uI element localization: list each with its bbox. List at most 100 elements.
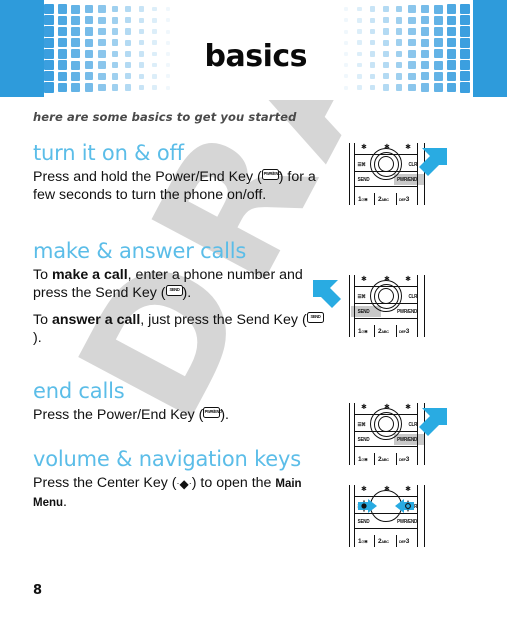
banner-pattern-square — [446, 49, 457, 59]
banner-pattern-square — [382, 39, 389, 46]
banner-pattern-square — [125, 6, 132, 13]
banner-pattern-square — [98, 5, 106, 13]
star-icon: ✱ — [361, 276, 367, 283]
power-end-key-icon: PWR/END — [261, 169, 281, 180]
banner-pattern-square — [57, 82, 68, 93]
left-softkey-label[interactable]: ☰⌘ — [357, 294, 365, 300]
banner-pattern-square — [459, 48, 470, 59]
send-key-label[interactable]: SEND — [358, 437, 370, 443]
number-key-2[interactable]: 2ABC — [378, 195, 389, 205]
banner-pattern-square — [111, 72, 119, 80]
keypad-number-row: 1☉✱ 2ABC DEF3 — [354, 325, 418, 337]
banner-pattern-square — [152, 6, 158, 12]
left-softkey-label[interactable]: ☰⌘ — [357, 422, 365, 428]
number-key-1[interactable]: 1☉✱ — [358, 327, 368, 337]
keypad-number-row: 1☉✱ 2ABC DEF3 — [354, 193, 418, 205]
phone-edge-right — [423, 485, 425, 547]
banner-pattern-square — [111, 28, 119, 35]
number-key-divider — [396, 535, 398, 547]
banner-pattern-square — [44, 4, 55, 15]
banner-pattern-square — [421, 27, 430, 36]
banner-pattern-square — [125, 17, 132, 24]
banner-pattern-square — [459, 26, 470, 37]
left-softkey-label[interactable]: ☰⌘ — [357, 162, 365, 168]
number-key-divider — [374, 453, 376, 465]
number-key-3[interactable]: DEF3 — [399, 195, 409, 205]
banner-pattern-square — [421, 49, 430, 58]
banner-pattern-square — [111, 5, 119, 13]
keypad-divider — [354, 186, 418, 188]
number-key-divider — [374, 325, 376, 337]
send-key-label[interactable]: SEND — [358, 519, 370, 525]
send-key-icon: SEND — [306, 312, 324, 323]
number-key-1[interactable]: 1☉✱ — [358, 195, 368, 205]
star-icon: ✱ — [405, 404, 411, 411]
banner-pattern-square — [382, 62, 389, 69]
send-key-label[interactable]: SEND — [358, 177, 370, 183]
banner-pattern-square — [382, 50, 389, 57]
keypad-divider — [354, 528, 418, 530]
star-icon: ✱ — [405, 144, 411, 151]
banner-pattern-square — [421, 16, 430, 25]
banner-pattern-square — [138, 6, 145, 12]
star-icon: ✱ — [405, 276, 411, 283]
number-key-3[interactable]: DEF3 — [399, 327, 409, 337]
callout-arrow-volume-right — [358, 499, 378, 518]
page-number: 8 — [33, 583, 43, 598]
banner-pattern-square — [356, 29, 362, 34]
banner-pattern-square — [446, 71, 457, 82]
star-icon: ✱ — [361, 144, 367, 151]
banner-right-dot-pattern — [341, 4, 473, 94]
banner-pattern-square — [459, 15, 470, 26]
page-header-banner: basics — [0, 0, 507, 97]
main-menu-label: Main Menu — [33, 478, 302, 509]
banner-pattern-square — [344, 63, 349, 68]
section-body: To make a call, enter a phone number and… — [33, 267, 303, 301]
banner-pattern-square — [356, 85, 362, 90]
send-key-icon: SEND — [165, 285, 183, 296]
banner-pattern-square — [395, 39, 403, 47]
number-key-divider — [374, 193, 376, 205]
banner-pattern-square — [71, 71, 80, 81]
keypad-divider — [354, 446, 418, 448]
banner-pattern-square — [138, 17, 145, 23]
banner-pattern-square — [98, 72, 106, 80]
number-key-3[interactable]: DEF3 — [399, 537, 409, 547]
send-key-label[interactable]: SEND — [358, 309, 370, 315]
end-key-label[interactable]: PWR/END — [397, 309, 417, 315]
banner-pattern-square — [165, 29, 170, 34]
number-key-2[interactable]: 2ABC — [378, 327, 389, 337]
section-body: Press the Power/End Key (PWR/END). — [33, 407, 229, 423]
banner-pattern-square — [344, 40, 349, 45]
banner-pattern-square — [446, 15, 457, 26]
phone-edge-left — [349, 403, 351, 465]
banner-pattern-square — [71, 15, 80, 25]
section-heading: make & answer calls — [33, 239, 247, 263]
banner-pattern-square — [408, 61, 416, 69]
banner-pattern-square — [138, 84, 145, 91]
banner-pattern-square — [57, 26, 68, 37]
number-key-1[interactable]: 1☉✱ — [358, 537, 368, 547]
banner-pattern-square — [395, 84, 403, 91]
number-key-2[interactable]: 2ABC — [378, 537, 389, 547]
banner-pattern-square — [434, 27, 443, 36]
right-softkey-label[interactable]: CLR — [409, 294, 418, 300]
center-key[interactable] — [378, 156, 394, 172]
number-key-1[interactable]: 1☉✱ — [358, 455, 368, 465]
phone-edge-right — [423, 275, 425, 337]
banner-pattern-square — [165, 85, 170, 90]
banner-pattern-square — [84, 83, 93, 92]
banner-pattern-square — [395, 50, 403, 58]
center-key[interactable] — [378, 416, 394, 432]
banner-pattern-square — [57, 4, 68, 14]
end-key-label[interactable]: PWR/END — [397, 519, 417, 525]
number-key-2[interactable]: 2ABC — [378, 455, 389, 465]
number-key-divider — [374, 535, 376, 547]
number-key-3[interactable]: DEF3 — [399, 455, 409, 465]
banner-pattern-square — [84, 5, 93, 14]
banner-pattern-square — [369, 17, 376, 23]
banner-pattern-square — [421, 72, 430, 81]
section-turn-it-on-off: turn it on & off Press and hold the Powe… — [33, 141, 325, 213]
banner-pattern-square — [446, 60, 457, 70]
center-key[interactable] — [378, 288, 394, 304]
